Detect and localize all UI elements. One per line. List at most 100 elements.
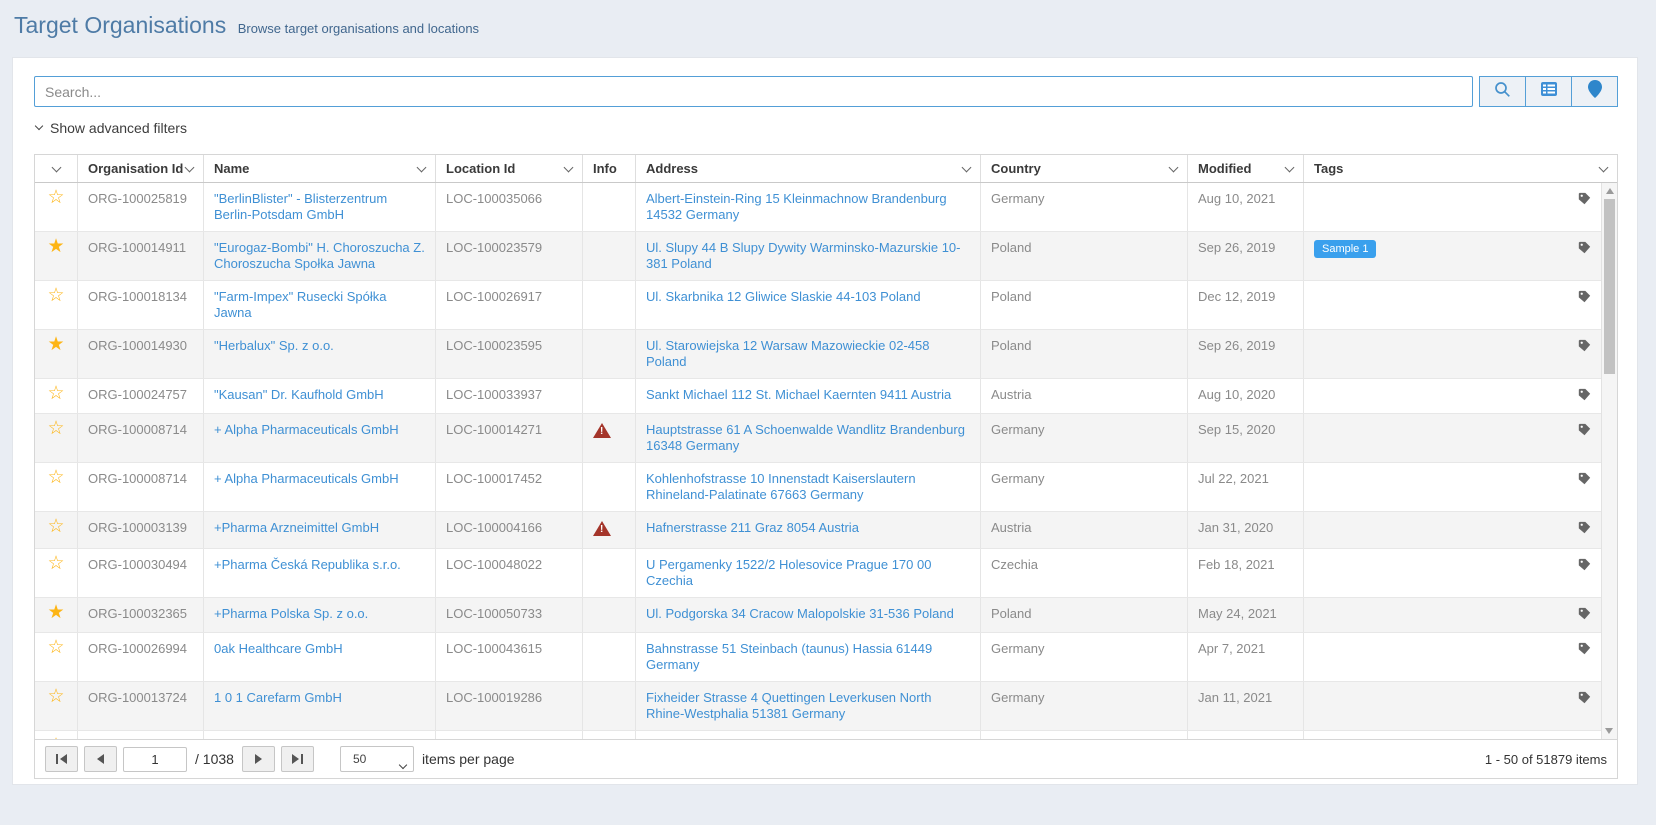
column-header-name[interactable]: Name [203, 155, 435, 182]
column-menu-chevron-icon[interactable] [51, 163, 61, 173]
star-filled-icon[interactable]: ★ [47, 603, 64, 622]
column-header-loc-id[interactable]: Location Id [435, 155, 582, 182]
column-menu-chevron-icon[interactable] [962, 163, 972, 173]
search-button[interactable] [1479, 76, 1526, 107]
info-cell [582, 183, 635, 231]
column-menu-chevron-icon[interactable] [564, 163, 574, 173]
organisation-name-link[interactable]: +Pharma Polska Sp. z o.o. [214, 606, 368, 621]
address-link[interactable]: Fixheider Strasse 4 Quettingen Leverkuse… [646, 690, 931, 721]
organisation-name-link[interactable]: 1 0 1 Carefarm GmbH [214, 690, 342, 705]
page-number-input[interactable] [123, 747, 187, 772]
address-link[interactable]: Kohlenhofstrasse 10 Innenstadt Kaisersla… [646, 471, 916, 502]
next-page-button[interactable] [242, 746, 275, 772]
column-header-country[interactable]: Country [980, 155, 1187, 182]
column-header-org-id[interactable]: Organisation Id [77, 155, 203, 182]
tag-icon[interactable] [1578, 339, 1591, 356]
organisation-name-link[interactable]: 0ak Healthcare GmbH [214, 641, 343, 656]
star-outline-icon[interactable]: ☆ [47, 687, 64, 706]
map-view-button[interactable] [1571, 76, 1618, 107]
vertical-scrollbar[interactable] [1601, 183, 1617, 739]
tags-cell [1303, 549, 1601, 597]
table-view-button[interactable] [1525, 76, 1572, 107]
column-menu-chevron-icon[interactable] [417, 163, 427, 173]
star-outline-icon[interactable]: ☆ [47, 286, 64, 305]
organisation-name-link[interactable]: "Herbalux" Sp. z o.o. [214, 338, 334, 353]
address-link[interactable]: Hauptstrasse 61 A Schoenwalde Wandlitz B… [646, 422, 965, 453]
column-header-modified[interactable]: Modified [1187, 155, 1303, 182]
organisation-name-link[interactable]: "Kausan" Dr. Kaufhold GmbH [214, 387, 384, 402]
favorite-cell: ☆ [35, 281, 77, 329]
column-menu-chevron-icon[interactable] [1285, 163, 1295, 173]
tag-icon[interactable] [1578, 521, 1591, 538]
address-link[interactable]: Ul. Podgorska 34 Cracow Malopolskie 31-5… [646, 606, 954, 621]
star-outline-icon[interactable]: ☆ [47, 188, 64, 207]
column-header-favorite[interactable] [35, 155, 77, 182]
tag-icon[interactable] [1578, 241, 1591, 258]
tags-cell [1303, 281, 1601, 329]
organisation-name-link[interactable]: "Farm-Impex" Rusecki Spółka Jawna [214, 289, 387, 320]
grid-header: Organisation IdNameLocation Id Info Addres… [35, 155, 1617, 183]
column-menu-chevron-icon[interactable] [1599, 163, 1609, 173]
star-outline-icon[interactable]: ☆ [47, 468, 64, 487]
search-input[interactable] [34, 76, 1473, 107]
address-link[interactable]: Ul. Skarbnika 12 Gliwice Slaskie 44-103 … [646, 289, 921, 304]
organisation-name-link[interactable]: + Alpha Pharmaceuticals GmbH [214, 422, 399, 437]
star-outline-icon[interactable]: ☆ [47, 384, 64, 403]
column-menu-chevron-icon[interactable] [185, 163, 195, 173]
tag-icon[interactable] [1578, 642, 1591, 659]
tag-icon[interactable] [1578, 290, 1591, 307]
location-id: LOC-100023579 [435, 232, 582, 280]
address-link[interactable]: Albert-Einstein-Ring 15 Kleinmachnow Bra… [646, 191, 947, 222]
country-cell: Poland [980, 330, 1187, 378]
advanced-filters-toggle[interactable]: Show advanced filters [34, 120, 254, 136]
address-link[interactable]: U Pergamenky 1522/2 Holesovice Prague 17… [646, 557, 931, 588]
info-cell [582, 414, 635, 462]
name-cell: "Herbalux" Sp. z o.o. [203, 330, 435, 378]
column-menu-chevron-icon[interactable] [1169, 163, 1179, 173]
column-header-address[interactable]: Address [635, 155, 980, 182]
address-link[interactable]: Ul. Starowiejska 12 Warsaw Mazowieckie 0… [646, 338, 929, 369]
column-header-info[interactable]: Info [582, 155, 635, 182]
star-filled-icon[interactable]: ★ [47, 237, 64, 256]
tag-icon[interactable] [1578, 607, 1591, 624]
tag-icon[interactable] [1578, 388, 1591, 405]
previous-page-button[interactable] [84, 746, 117, 772]
star-outline-icon[interactable]: ☆ [47, 736, 64, 739]
organisation-name-link[interactable]: + Alpha Pharmaceuticals GmbH [214, 471, 399, 486]
tag-icon[interactable] [1578, 558, 1591, 575]
column-header-tags[interactable]: Tags [1303, 155, 1617, 182]
warning-icon[interactable] [593, 423, 611, 438]
warning-icon[interactable] [593, 521, 611, 536]
first-page-button[interactable] [45, 746, 78, 772]
address-link[interactable]: Bahnstrasse 51 Steinbach (taunus) Hassia… [646, 641, 932, 672]
address-cell: U Pergamenky 1522/2 Holesovice Prague 17… [635, 549, 980, 597]
location-id: LOC-100004166 [435, 512, 582, 548]
address-link[interactable]: Hafnerstrasse 211 Graz 8054 Austria [646, 520, 859, 535]
tag-icon[interactable] [1578, 423, 1591, 440]
first-page-icon [56, 754, 58, 764]
organisation-name-link[interactable]: "BerlinBlister" - Blisterzentrum Berlin-… [214, 191, 387, 222]
star-outline-icon[interactable]: ☆ [47, 554, 64, 573]
star-outline-icon[interactable]: ☆ [47, 517, 64, 536]
scroll-up-arrow-icon[interactable] [1606, 188, 1614, 194]
star-outline-icon[interactable]: ☆ [47, 419, 64, 438]
tag-icon[interactable] [1578, 472, 1591, 489]
tag-icon[interactable] [1578, 192, 1591, 209]
column-title: Info [593, 161, 617, 176]
tag-badge[interactable]: Sample 1 [1314, 240, 1376, 258]
scrollbar-thumb[interactable] [1604, 199, 1615, 374]
last-page-button[interactable] [281, 746, 314, 772]
organisation-name-link[interactable]: "Eurogaz-Bombi" H. Choroszucha Z. Choros… [214, 240, 425, 271]
star-outline-icon[interactable]: ☆ [47, 638, 64, 657]
column-title: Modified [1198, 161, 1251, 176]
address-link[interactable]: Sankt Michael 112 St. Michael Kaernten 9… [646, 387, 951, 402]
address-link[interactable]: Ul. Slupy 44 B Slupy Dywity Warminsko-Ma… [646, 240, 961, 271]
scroll-down-arrow-icon[interactable] [1605, 728, 1613, 734]
favorite-cell: ☆ [35, 512, 77, 548]
organisation-name-link[interactable]: +Pharma Česká Republika s.r.o. [214, 557, 401, 572]
organisation-name-link[interactable]: +Pharma Arzneimittel GmbH [214, 520, 379, 535]
star-filled-icon[interactable]: ★ [47, 335, 64, 354]
column-title: Address [646, 161, 698, 176]
tag-icon[interactable] [1578, 691, 1591, 708]
page-size-select[interactable]: 50 [340, 746, 414, 772]
